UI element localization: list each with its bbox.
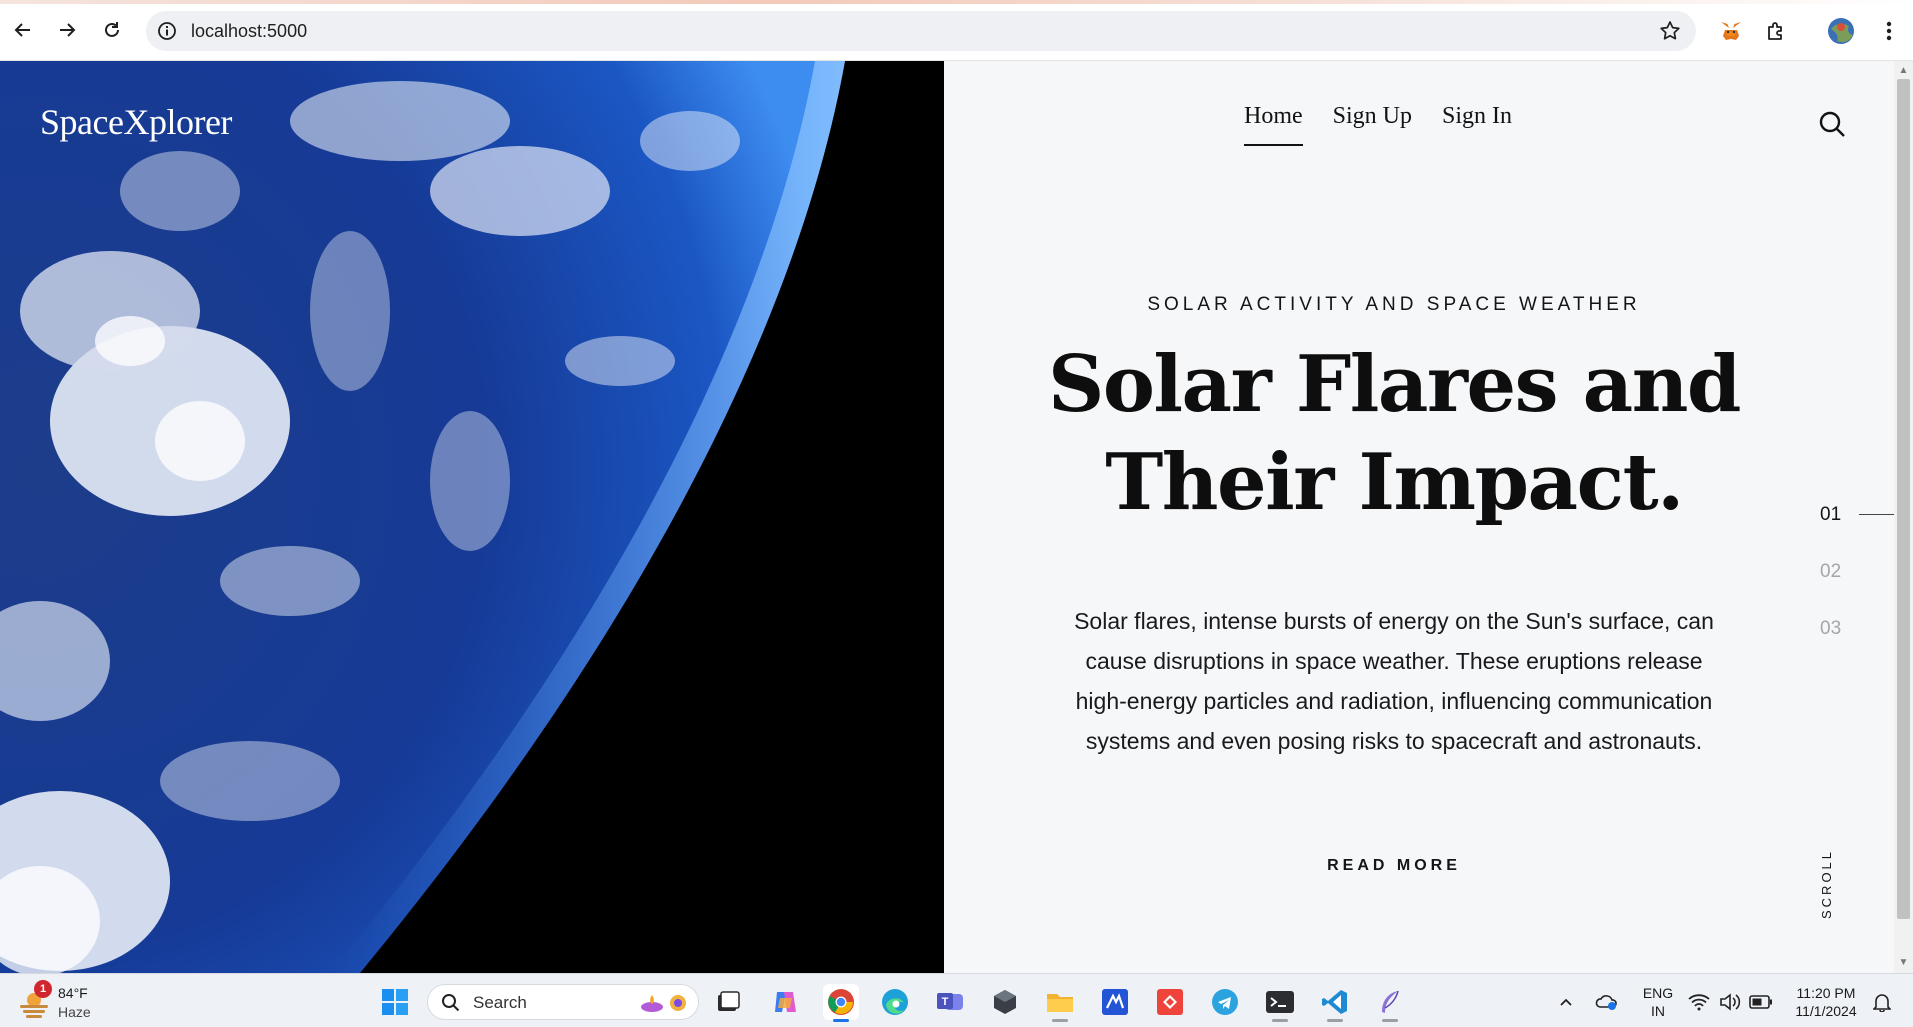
forward-icon[interactable] <box>53 16 81 44</box>
hero-body: Solar flares, intense bursts of energy o… <box>1074 608 1714 754</box>
page-scrollbar[interactable]: ▲ ▼ <box>1894 61 1913 973</box>
pager-item-02[interactable]: 02 <box>1820 561 1841 583</box>
teams-icon[interactable]: T <box>932 984 968 1020</box>
scrollbar-thumb[interactable] <box>1897 79 1910 919</box>
profile-avatar[interactable] <box>1826 16 1856 46</box>
hero-headline: Solar Flares and Their Impact. <box>944 336 1844 532</box>
clock-date: 11/1/2024 <box>1795 1003 1857 1019</box>
site-info-icon[interactable] <box>156 20 178 42</box>
running-app-indicator <box>1382 1019 1398 1022</box>
onedrive-sync-icon[interactable] <box>1594 988 1620 1016</box>
bookmark-star-icon[interactable] <box>1658 19 1682 43</box>
notification-bell-icon[interactable] <box>1870 988 1894 1016</box>
running-app-indicator <box>1052 1019 1068 1022</box>
anydesk-icon[interactable] <box>1152 984 1188 1020</box>
address-bar[interactable]: localhost:5000 <box>146 11 1696 51</box>
clock-time: 11:20 PM <box>1796 985 1856 1001</box>
taskbar-search-placeholder: Search <box>473 993 527 1012</box>
nav-home[interactable]: Home <box>1244 103 1303 146</box>
back-icon[interactable] <box>9 16 37 44</box>
pager-active-line <box>1859 514 1894 515</box>
browser-toolbar: localhost:5000 <box>0 0 1913 61</box>
copilot-icon[interactable] <box>767 984 803 1020</box>
windows-start-icon[interactable] <box>377 984 413 1020</box>
nav-sign-in[interactable]: Sign In <box>1442 103 1512 146</box>
pager-item-03[interactable]: 03 <box>1820 618 1841 640</box>
earth-hero-image: SpaceXplorer <box>0 61 944 973</box>
url-text[interactable]: localhost:5000 <box>191 21 307 42</box>
taskbar-search[interactable]: Search <box>427 984 699 1020</box>
system-clock[interactable]: 11:20 PM 11/1/2024 <box>1788 984 1864 1020</box>
headline-line-1: Solar Flares and <box>1048 339 1741 430</box>
telegram-icon[interactable] <box>1207 984 1243 1020</box>
hero-kicker: SOLAR ACTIVITY AND SPACE WEATHER <box>1147 294 1641 315</box>
main-nav: Home Sign Up Sign In <box>1244 103 1512 146</box>
read-more-link[interactable]: READ MORE <box>944 857 1844 875</box>
web-page: SpaceXplorer Home Sign Up Sign In SOLAR … <box>0 61 1894 973</box>
chrome-icon[interactable] <box>823 984 859 1022</box>
terminal-icon[interactable] <box>1262 984 1298 1022</box>
visual-studio-icon[interactable] <box>1097 984 1133 1020</box>
weather-badge: 1 <box>34 980 52 998</box>
weather-temp: 84°F <box>58 985 88 1001</box>
screen: localhost:5000 SpaceXplorer Home Sign Up… <box>0 0 1913 1027</box>
cube-app-icon[interactable] <box>987 984 1023 1020</box>
tray-overflow-chevron-icon[interactable] <box>1556 988 1576 1016</box>
headline-line-2: Their Impact. <box>1105 437 1684 528</box>
search-icon[interactable] <box>1816 108 1848 140</box>
active-app-indicator <box>833 1019 849 1022</box>
input-language-indicator[interactable]: ENG IN <box>1640 984 1676 1020</box>
pager-item-01[interactable]: 01 <box>1820 504 1841 526</box>
vscode-icon[interactable] <box>1317 984 1353 1022</box>
hero-content: Home Sign Up Sign In SOLAR ACTIVITY AND … <box>944 61 1894 973</box>
site-logo[interactable]: SpaceXplorer <box>40 101 232 143</box>
running-app-indicator <box>1327 1019 1343 1022</box>
weather-condition: Haze <box>58 1004 91 1020</box>
search-icon <box>442 994 460 1012</box>
scroll-up-arrow-icon[interactable]: ▲ <box>1898 65 1909 76</box>
weather-widget[interactable]: 1 84°F Haze <box>16 980 106 1022</box>
scroll-indicator: SCROLL <box>1819 848 1834 919</box>
file-explorer-icon[interactable] <box>1042 984 1078 1022</box>
menu-kebab-icon[interactable] <box>1874 16 1904 46</box>
edge-icon[interactable] <box>877 984 913 1020</box>
svg-text:T: T <box>942 996 949 1008</box>
feather-app-icon[interactable] <box>1372 984 1408 1022</box>
region-code: IN <box>1651 1003 1665 1019</box>
wifi-icon[interactable] <box>1686 988 1712 1016</box>
scroll-down-arrow-icon[interactable]: ▼ <box>1898 957 1909 968</box>
running-app-indicator <box>1272 1019 1288 1022</box>
task-view-icon[interactable] <box>710 984 746 1020</box>
reload-icon[interactable] <box>98 16 126 44</box>
extensions-icon[interactable] <box>1761 16 1791 46</box>
volume-icon[interactable] <box>1717 988 1743 1016</box>
metamask-extension-icon[interactable] <box>1716 16 1746 46</box>
diwali-diya-icon <box>641 995 686 1012</box>
tab-strip-edge <box>0 0 1913 4</box>
language-code: ENG <box>1642 985 1674 1001</box>
battery-icon[interactable] <box>1748 988 1774 1016</box>
windows-taskbar: 1 84°F Haze Search T ENG IN 11:20 PM 11/… <box>0 973 1913 1027</box>
nav-sign-up[interactable]: Sign Up <box>1333 103 1412 146</box>
